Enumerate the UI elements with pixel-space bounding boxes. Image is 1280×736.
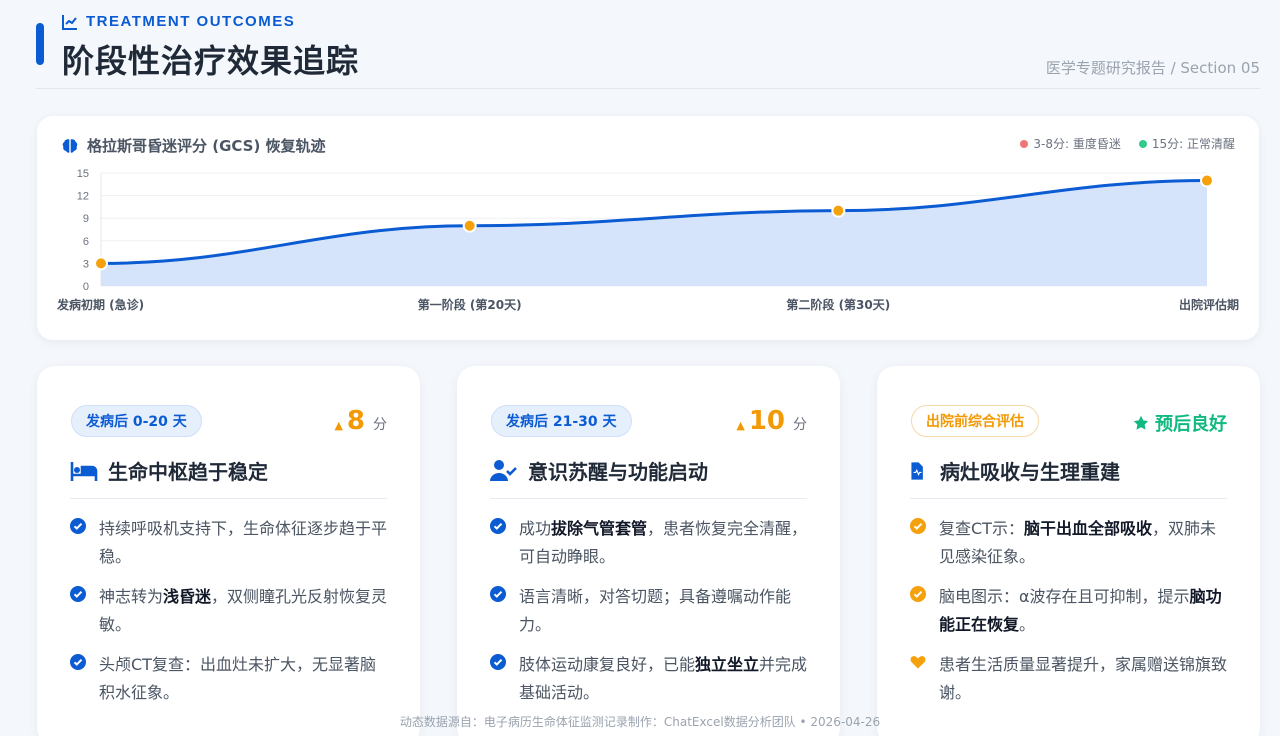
y-tick-label: 6 [83, 236, 89, 248]
data-point [831, 203, 846, 218]
card-items: 成功拔除气管套管，患者恢复完全清醒，可自动睁眼。 语言清晰，对答切题；具备遵嘱动… [490, 515, 810, 719]
card-title: 意识苏醒与功能启动 [490, 456, 708, 485]
card-title-text: 生命中枢趋于稳定 [108, 460, 268, 484]
stage-card-2: 发病后 21-30 天 ▲ 10 分 意识苏醒与功能启动 成功拔除气管套管，患者… [457, 366, 840, 736]
user-check-icon [490, 459, 517, 481]
card-divider [910, 498, 1227, 499]
x-tick-label: 第二阶段 (第30天) [786, 297, 890, 312]
y-tick-label: 0 [83, 281, 89, 293]
x-tick-label: 发病初期 (急诊) [56, 297, 144, 312]
line-chart-icon [62, 14, 77, 30]
score-delta: ▲ 10 分 [736, 406, 807, 436]
stage-badge: 发病后 21-30 天 [491, 405, 632, 437]
card-items: 持续呼吸机支持下，生命体征逐步趋于平稳。 神志转为浅昏迷，双侧瞳孔光反射恢复灵敏… [70, 515, 390, 719]
check-circle-icon [490, 518, 506, 534]
check-circle-icon [70, 518, 86, 534]
prognosis-badge: 预后良好 [1133, 410, 1227, 436]
check-circle-icon [910, 518, 926, 534]
card-title-text: 意识苏醒与功能启动 [528, 460, 708, 484]
gcs-chart-card: 格拉斯哥昏迷评分 (GCS) 恢复轨迹 3-8分: 重度昏迷 15分: 正常清醒… [37, 116, 1259, 340]
stage-badge: 出院前综合评估 [911, 405, 1039, 437]
page-footer: 动态数据源自：电子病历生命体征监测记录制作：ChatExcel数据分析团队 • … [399, 715, 881, 729]
card-title-text: 病灶吸收与生理重建 [940, 460, 1120, 484]
data-point [1200, 173, 1214, 188]
y-tick-label: 3 [83, 258, 89, 270]
series-area [101, 180, 1207, 286]
delta-value: 10 [748, 406, 785, 436]
list-item: 头颅CT复查：出血灶未扩大，无显著脑积水征象。 [70, 651, 390, 707]
x-tick-label: 出院评估期 [1179, 297, 1239, 312]
card-divider [70, 498, 387, 499]
card-items: 复查CT示：脑干出血全部吸收，双肺未见感染征象。 脑电图示：α波存在且可抑制，提… [910, 515, 1230, 719]
data-point [462, 218, 477, 233]
stage-card-1: 发病后 0-20 天 ▲ 8 分 生命中枢趋于稳定 持续呼吸机支持下，生命体征逐… [37, 366, 420, 736]
gcs-line-chart: 0 3 6 9 12 15 发病初期 (急诊) 第一阶段 (第20天) 第二阶段 (第30天) 出… [56, 168, 1239, 312]
y-tick-label: 12 [77, 191, 89, 203]
title-accent-bar [36, 23, 44, 65]
section-eyebrow: TREATMENT OUTCOMES [62, 13, 295, 30]
data-point [94, 256, 108, 271]
check-circle-icon [910, 586, 926, 602]
hospital-bed-icon [70, 461, 98, 481]
score-delta: ▲ 8 分 [334, 406, 387, 436]
report-tag: 医学专题研究报告 / Section 05 [1045, 59, 1260, 77]
prognosis-text: 预后良好 [1155, 414, 1227, 435]
check-circle-icon [70, 586, 86, 602]
check-circle-icon [490, 654, 506, 670]
medical-file-icon [911, 461, 923, 480]
up-arrow-icon: ▲ [334, 419, 343, 432]
delta-unit: 分 [793, 417, 807, 433]
card-title: 生命中枢趋于稳定 [70, 456, 268, 485]
list-item: 肢体运动康复良好，已能独立坐立并完成基础活动。 [490, 651, 810, 707]
check-circle-icon [490, 586, 506, 602]
page-header: TREATMENT OUTCOMES 阶段性治疗效果追踪 医学专题研究报告 / … [36, 0, 1260, 89]
check-circle-icon [70, 654, 86, 670]
card-title: 病灶吸收与生理重建 [910, 456, 1120, 485]
stage-card-3: 出院前综合评估 预后良好 病灶吸收与生理重建 复查CT示：脑干出血全部吸收，双肺… [877, 366, 1260, 736]
eyebrow-text: TREATMENT OUTCOMES [86, 13, 296, 30]
page-title: 阶段性治疗效果追踪 [62, 42, 360, 80]
card-divider [490, 498, 807, 499]
heart-icon [910, 656, 926, 669]
star-icon [1133, 415, 1149, 430]
list-item: 成功拔除气管套管，患者恢复完全清醒，可自动睁眼。 [490, 515, 810, 571]
up-arrow-icon: ▲ [736, 419, 745, 432]
delta-unit: 分 [373, 417, 387, 433]
stage-badge: 发病后 0-20 天 [71, 405, 202, 437]
x-tick-label: 第一阶段 (第20天) [418, 297, 522, 312]
list-item: 持续呼吸机支持下，生命体征逐步趋于平稳。 [70, 515, 390, 571]
list-item: 复查CT示：脑干出血全部吸收，双肺未见感染征象。 [910, 515, 1230, 571]
y-tick-label: 9 [83, 213, 89, 225]
list-item: 患者生活质量显著提升，家属赠送锦旗致谢。 [910, 651, 1230, 707]
list-item: 神志转为浅昏迷，双侧瞳孔光反射恢复灵敏。 [70, 583, 390, 639]
y-tick-label: 15 [77, 168, 89, 180]
delta-value: 8 [346, 406, 365, 436]
list-item: 脑电图示：α波存在且可抑制，提示脑功能正在恢复。 [910, 583, 1230, 639]
list-item: 语言清晰，对答切题；具备遵嘱动作能力。 [490, 583, 810, 639]
